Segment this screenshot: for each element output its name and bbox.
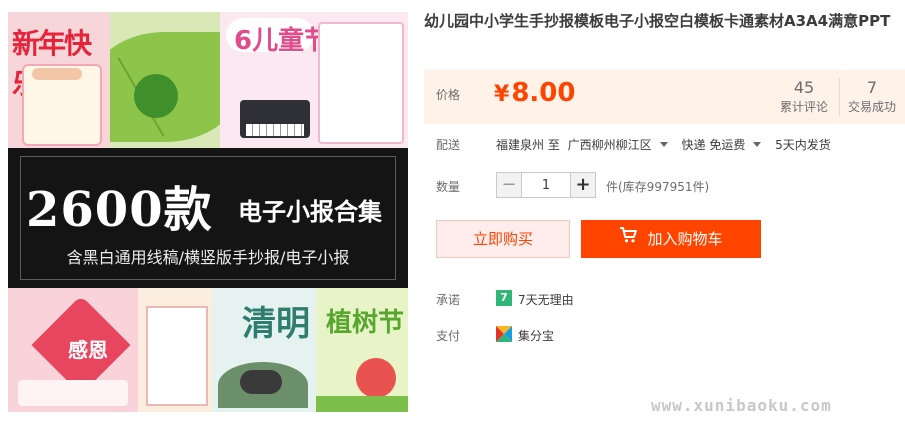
thumb-thanksgiving: 感恩	[8, 288, 138, 412]
thumb-new-year: 新年快乐	[8, 12, 110, 148]
thumb-arbor-day: 植树节	[316, 288, 408, 412]
grass-strip	[316, 396, 408, 412]
chevron-down-icon[interactable]	[753, 142, 762, 147]
promo-band: 2600款 电子小报合集 含黑白通用线稿/横竖版手抄报/电子小报	[8, 148, 408, 288]
cart-icon	[619, 219, 638, 257]
product-main-image[interactable]: 新年快乐 6儿童节 2600款 电子小报合集 含黑白通用线稿/横竖版手抄报/电子…	[8, 12, 408, 412]
quantity-input[interactable]	[522, 172, 570, 198]
jifenbao-icon	[496, 326, 512, 342]
chevron-down-icon[interactable]	[659, 142, 668, 147]
ship-from: 福建泉州 至	[496, 138, 560, 152]
text-sheet	[318, 22, 404, 144]
quantity-minus-button[interactable]: −	[496, 172, 522, 198]
arbor-day-title: 植树节	[326, 308, 405, 338]
promo-count: 2600款	[26, 182, 213, 238]
buy-now-button[interactable]: 立即购买	[436, 220, 570, 258]
add-to-cart-label: 加入购物车	[647, 230, 723, 248]
thumb-qingming: 清明	[212, 288, 316, 412]
payment-text[interactable]: 集分宝	[518, 327, 554, 344]
text-box	[146, 306, 208, 406]
qingming-title: 清明	[242, 304, 310, 344]
payment-label: 支付	[436, 329, 461, 343]
review-count[interactable]: 45 累计评论	[769, 78, 839, 116]
ship-method-select[interactable]: 快递 免运费	[682, 138, 746, 152]
childrens-day-title: 6儿童节	[234, 26, 331, 56]
stock-info: 件(库存997951件)	[606, 180, 710, 194]
promo-subtitle: 含黑白通用线稿/横竖版手抄报/电子小报	[66, 248, 350, 267]
thanks-title: 感恩	[68, 338, 108, 362]
promise-label: 承诺	[436, 293, 461, 307]
cow-illustration	[240, 370, 282, 394]
thumb-leaf	[110, 12, 220, 148]
watermark: www.xunibaoku.com	[651, 396, 832, 415]
review-count-label: 累计评论	[779, 100, 828, 114]
review-count-number: 45	[793, 78, 815, 97]
ship-to-select[interactable]: 广西柳州柳江区	[568, 138, 652, 152]
price-amount: 8.00	[511, 78, 576, 108]
shipping-label: 配送	[436, 138, 461, 152]
quantity-label: 数量	[436, 180, 461, 194]
add-to-cart-button[interactable]: 加入购物车	[581, 220, 761, 258]
price-panel: 价格 ¥8.00 45 累计评论 7 交易成功	[424, 70, 905, 124]
note-tag	[32, 68, 82, 80]
product-title: 幼儿园中小学生手抄报模板电子小报空白模板卡通素材A3A4满意PPT	[424, 12, 891, 30]
sales-count-label: 交易成功	[847, 100, 896, 114]
seven-day-badge-icon: 7	[496, 290, 512, 306]
price-label: 价格	[436, 88, 461, 102]
quantity-plus-button[interactable]: +	[570, 172, 596, 198]
price-value: ¥8.00	[494, 78, 575, 108]
thumb-text-page	[138, 288, 212, 412]
balloon-shape	[356, 358, 396, 398]
promo-title: 电子小报合集	[238, 198, 382, 226]
dispatch-time: 5天内发货	[775, 138, 831, 152]
cartoon-kid	[134, 74, 178, 118]
note-box	[18, 380, 128, 406]
piano-keys	[246, 124, 304, 136]
promise-text[interactable]: 7天无理由	[518, 291, 574, 308]
sales-count: 7 交易成功	[839, 78, 904, 116]
shipping-info: 福建泉州 至 广西柳州柳江区 快递 免运费 5天内发货	[496, 136, 835, 153]
currency-symbol: ¥	[494, 82, 510, 107]
thumb-childrens-day: 6儿童节	[220, 12, 408, 148]
sales-count-number: 7	[866, 78, 878, 97]
